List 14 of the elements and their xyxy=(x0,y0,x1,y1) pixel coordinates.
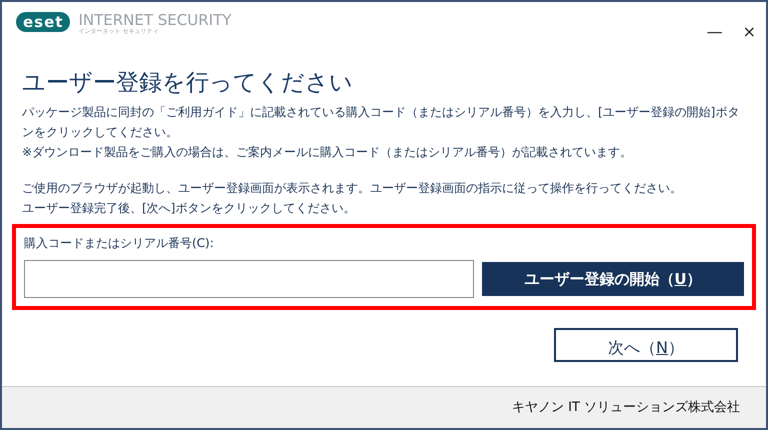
minimize-button[interactable]: — xyxy=(696,22,733,42)
product-name: INTERNET SECURITY xyxy=(78,12,232,28)
field-label: 購入コードまたはシリアル番号(C): xyxy=(24,235,215,252)
next-button[interactable]: 次へ（N） xyxy=(554,328,738,362)
instruction-text: ご使用のブラウザが起動し、ユーザー登録画面が表示されます。ユーザー登録画面の指示に従って操作を行ってください。 xyxy=(22,180,683,197)
page-title: ユーザー登録を行ってください xyxy=(22,69,354,98)
code-input-field[interactable] xyxy=(24,260,474,298)
start-registration-button[interactable]: ユーザー登録の開始（U） xyxy=(482,262,744,296)
instruction-text: パッケージ製品に同封の「ご利用ガイド」に記載されている購入コード（またはシリアル番号）を入力し、[ユーザー登録の開始]ボタンをクリックしてください。 xyxy=(22,104,740,141)
instruction-text: ※ダウンロード製品をご購入の場合は、ご案内メールに購入コード（またはシリアル番号）が記載されています。 xyxy=(22,144,634,161)
instruction-text: ユーザー登録完了後、[次へ]ボタンをクリックしてください。 xyxy=(22,200,356,217)
logo: eset xyxy=(16,12,70,32)
company-name: キヤノン IT ソリューションズ株式会社 xyxy=(512,398,740,417)
close-button[interactable]: × xyxy=(732,22,766,42)
